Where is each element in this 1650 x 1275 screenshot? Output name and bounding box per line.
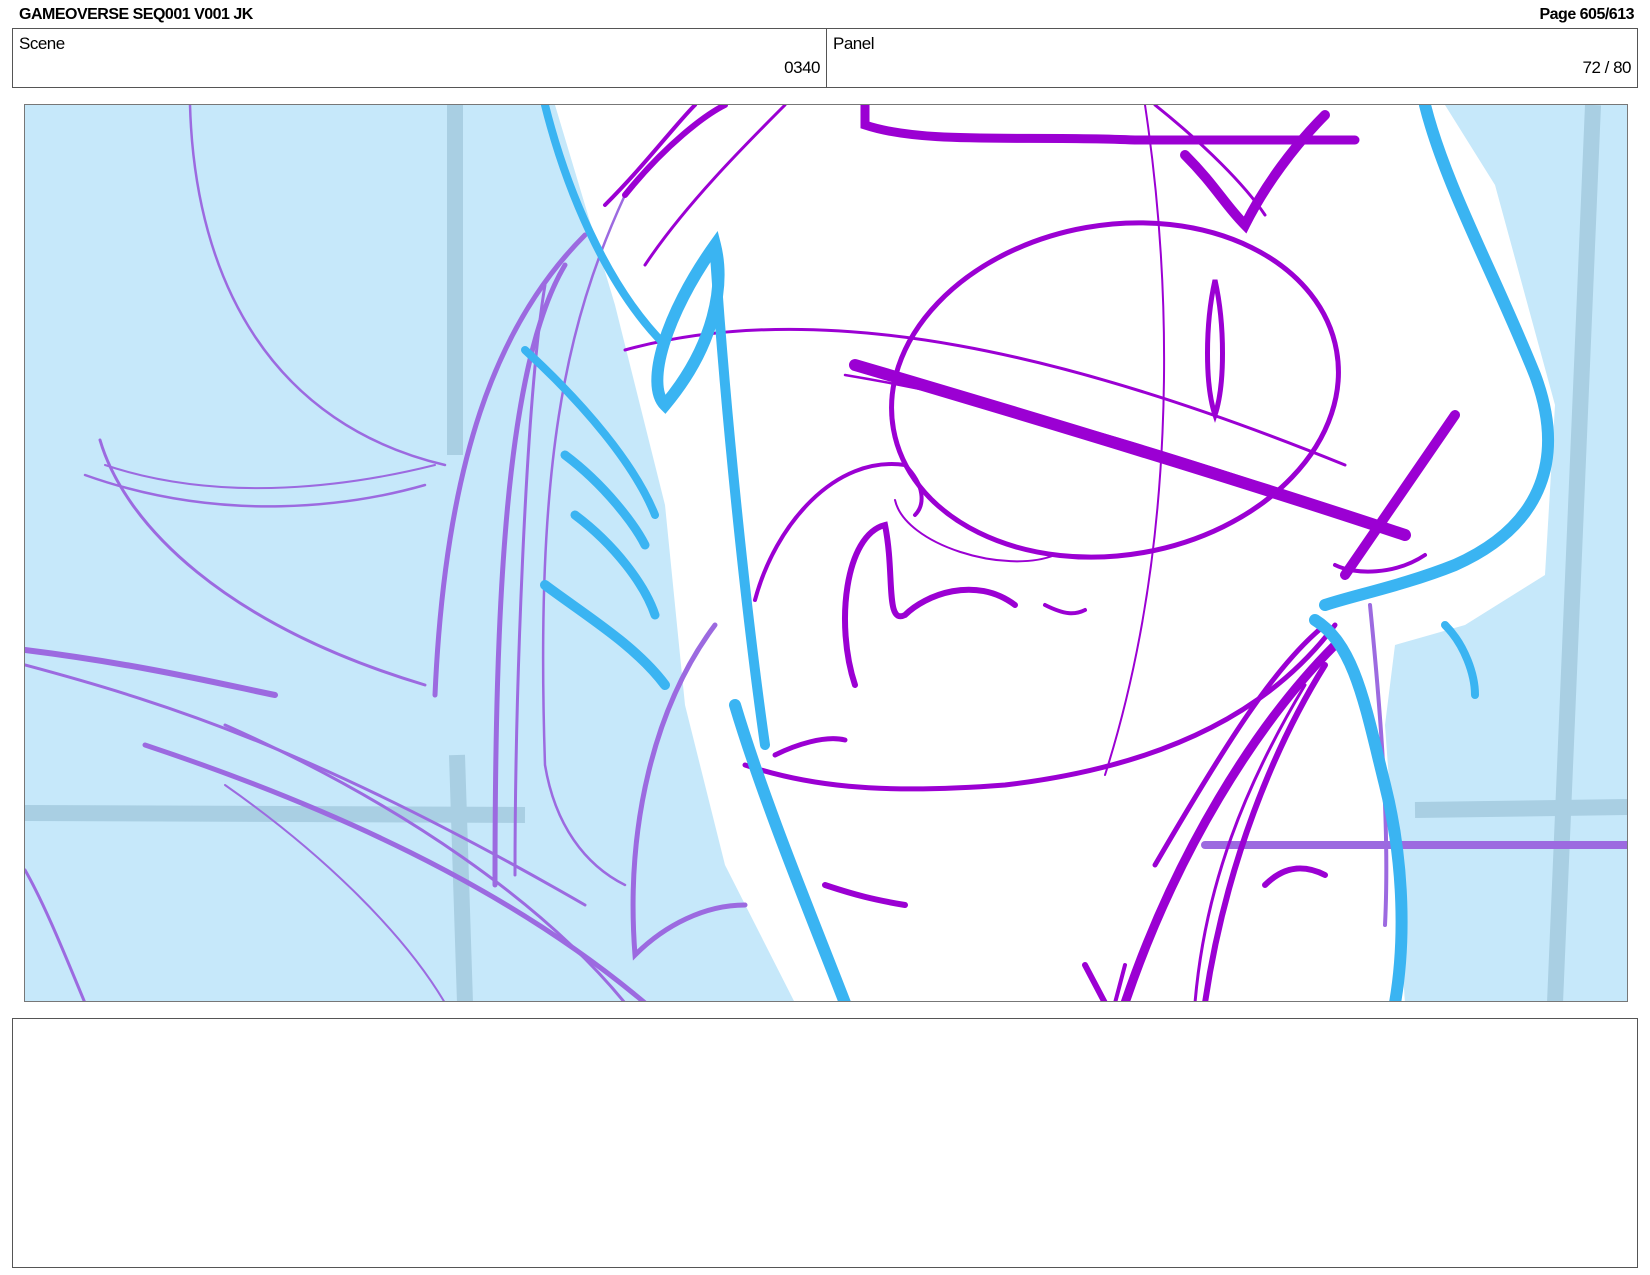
scene-panel-info-row: Scene 0340 Panel 72 / 80 [12, 28, 1638, 88]
panel-label: Panel [833, 34, 874, 53]
panel-cell: Panel 72 / 80 [827, 29, 1637, 87]
document-title: GAMEOVERSE SEQ001 V001 JK [19, 6, 253, 23]
scene-label: Scene [19, 34, 65, 53]
sketch-drawing [25, 105, 1627, 1001]
scene-cell: Scene 0340 [13, 29, 827, 87]
scene-number: 0340 [784, 58, 820, 77]
notes-box [12, 1018, 1638, 1268]
storyboard-panel-frame [24, 104, 1628, 1002]
page-number: Page 605/613 [1539, 6, 1634, 23]
panel-number: 72 / 80 [1582, 58, 1632, 77]
